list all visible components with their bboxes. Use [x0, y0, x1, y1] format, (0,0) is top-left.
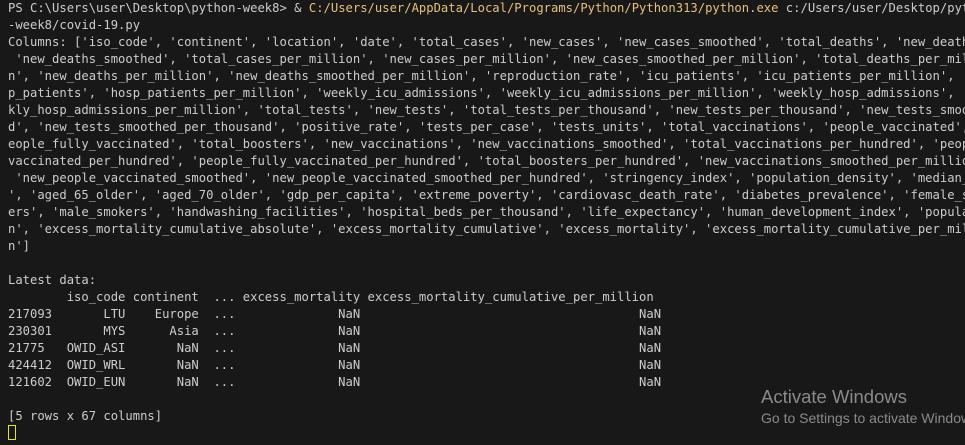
columns-line: 'new_deaths_smoothed', 'total_cases_per_…	[8, 52, 965, 66]
columns-line: p_patients', 'hosp_patients_per_million'…	[8, 86, 965, 100]
watermark-subtitle: Go to Settings to activate Windows.	[761, 410, 965, 426]
table-row: 217093 LTU Europe ... NaN NaN	[8, 307, 662, 321]
columns-line: ers', 'male_smokers', 'handwashing_facil…	[8, 205, 965, 219]
script-path-part2: -week8/covid-19.py	[8, 18, 141, 32]
table-row: 230301 MYS Asia ... NaN NaN	[8, 324, 662, 338]
latest-data-label: Latest data:	[8, 273, 97, 287]
columns-line: 'new_people_vaccinated_smoothed', 'new_p…	[8, 171, 965, 185]
python-executable-path: C:/Users/user/AppData/Local/Programs/Pyt…	[308, 1, 779, 15]
table-row: 424412 OWID_WRL NaN ... NaN NaN	[8, 358, 662, 372]
columns-line: n', 'new_deaths_per_million', 'new_death…	[8, 69, 965, 83]
terminal-cursor	[8, 425, 16, 440]
watermark-title: Activate Windows	[761, 386, 907, 407]
columns-line: n', 'excess_mortality_cumulative_absolut…	[8, 222, 965, 236]
command-line-1: PS C:\Users\user\Desktop\python-week8> &…	[8, 0, 965, 17]
command-line-2: -week8/covid-19.py	[8, 17, 965, 34]
columns-line: eople_fully_vaccinated', 'total_boosters…	[8, 137, 965, 151]
terminal-output[interactable]: PS C:\Users\user\Desktop\python-week8> &…	[8, 0, 965, 445]
table-row: 21775 OWID_ASI NaN ... NaN NaN	[8, 341, 662, 355]
columns-line: ', 'aged_65_older', 'aged_70_older', 'gd…	[8, 188, 965, 202]
call-operator: &	[294, 1, 309, 15]
script-path-part1: c:/Users/user/Desktop/python	[785, 1, 965, 15]
columns-line: n']	[8, 239, 31, 253]
columns-line: Columns: ['iso_code', 'continent', 'loca…	[8, 35, 965, 49]
activate-windows-watermark: Activate Windows Go to Settings to activ…	[761, 386, 965, 428]
columns-line: vaccinated_per_hundred', 'people_fully_v…	[8, 154, 965, 168]
table-header: iso_code continent ... excess_mortality …	[8, 290, 654, 304]
powershell-prompt: PS C:\Users\user\Desktop\python-week8>	[8, 1, 295, 15]
columns-line: d', 'new_tests_smoothed_per_thousand', '…	[8, 120, 965, 134]
columns-line: kly_hosp_admissions_per_million', 'total…	[8, 103, 965, 117]
